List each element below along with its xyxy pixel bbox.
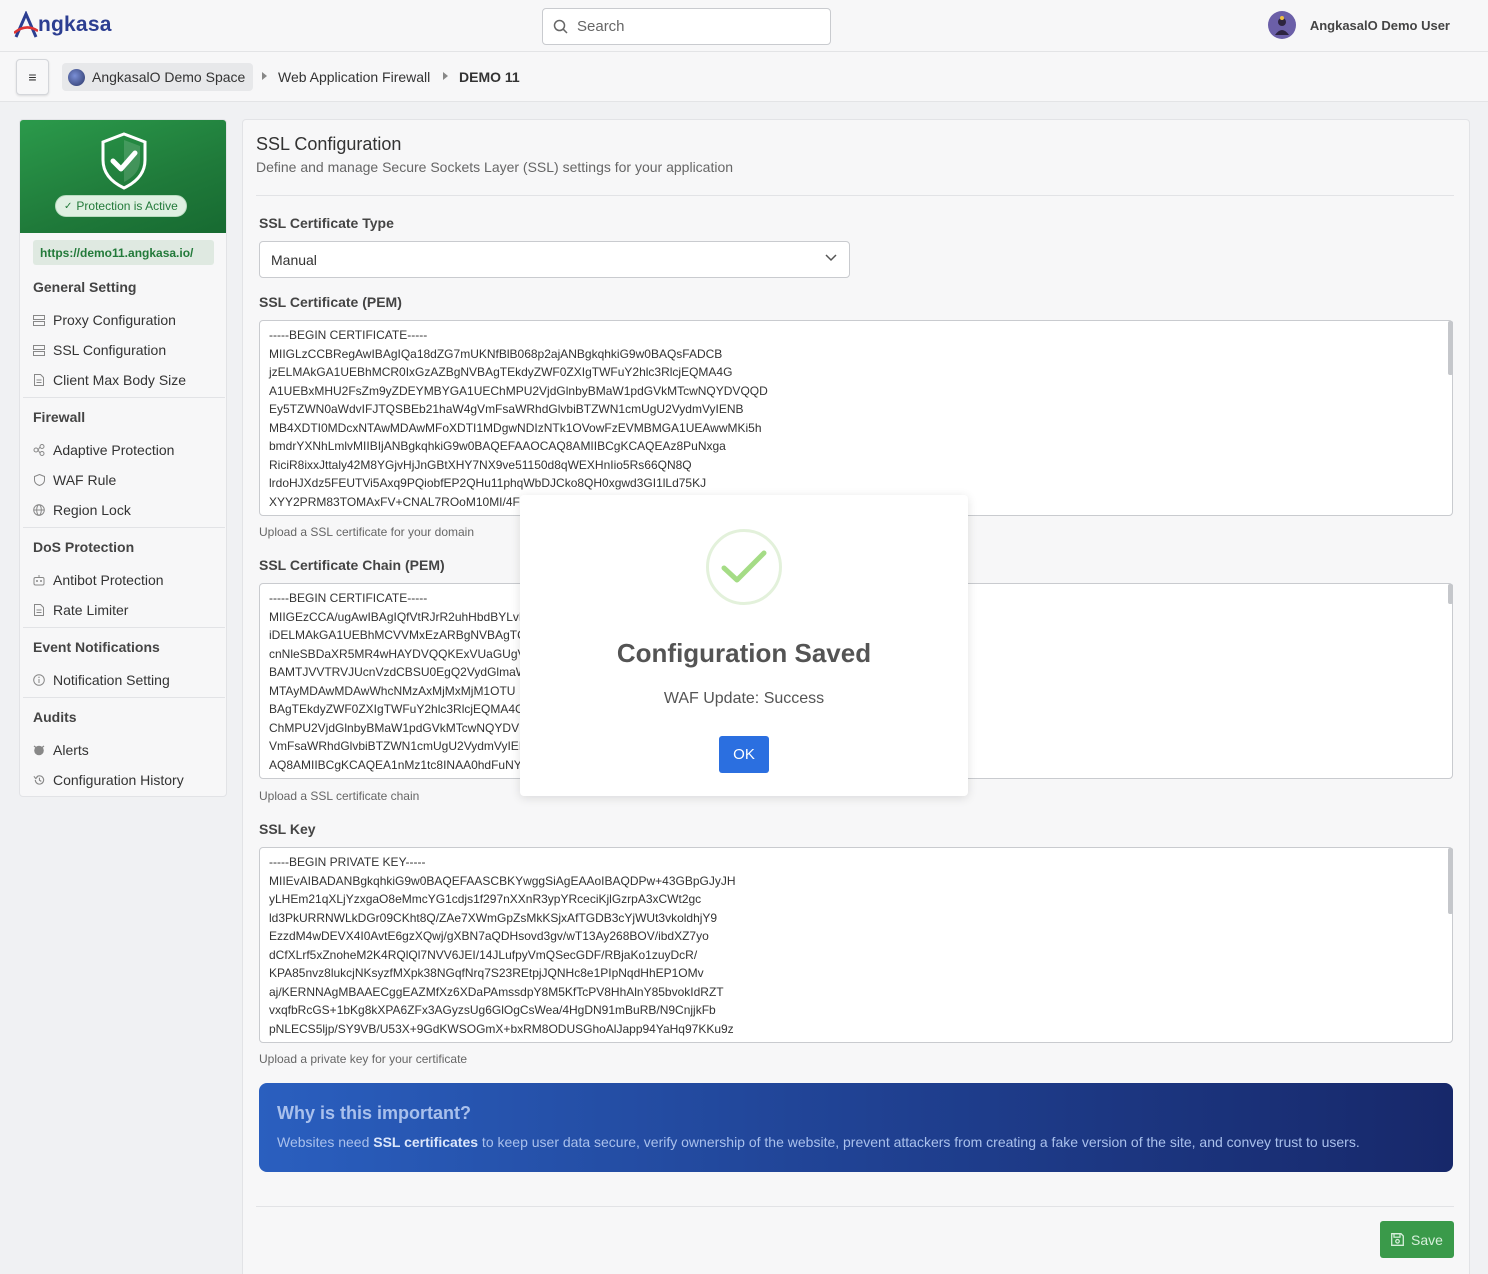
ok-button[interactable]: OK [719,736,769,773]
success-dialog: Configuration Saved WAF Update: Success … [520,495,968,796]
dialog-text: WAF Update: Success [663,690,825,707]
dialog-title: Configuration Saved [616,638,872,668]
success-check-icon [706,529,782,605]
